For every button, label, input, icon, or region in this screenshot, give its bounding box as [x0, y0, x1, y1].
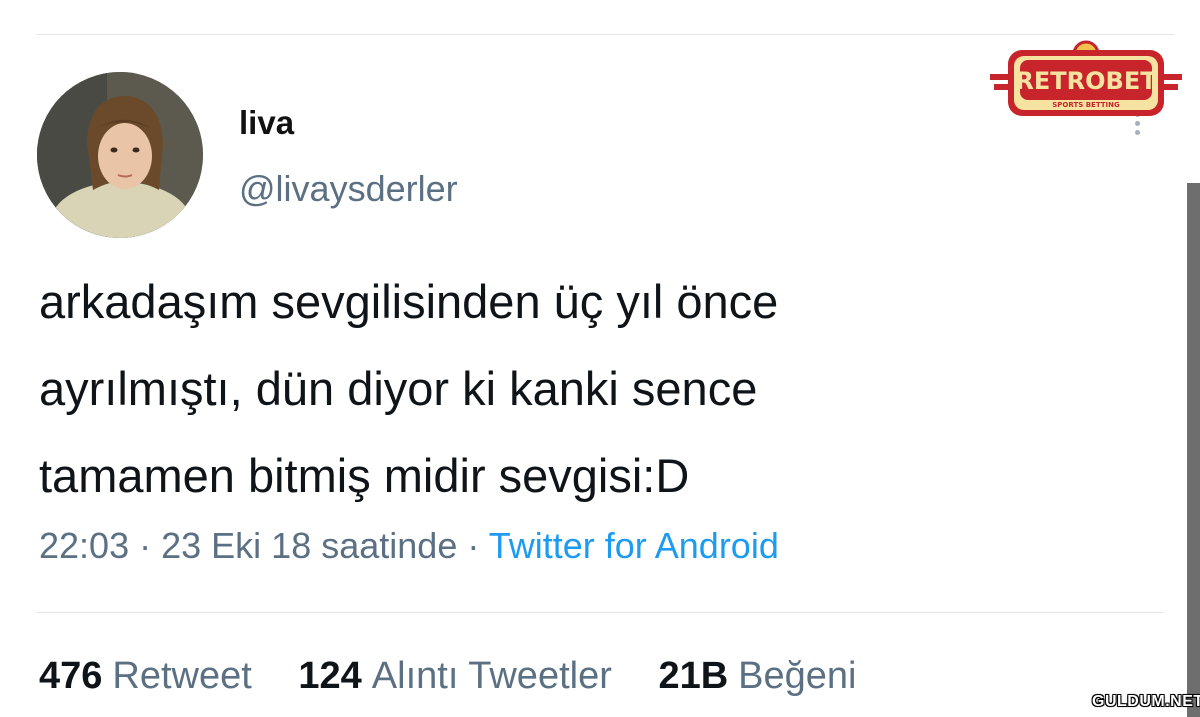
- display-name[interactable]: liva: [239, 104, 294, 142]
- avatar[interactable]: [37, 72, 203, 238]
- retweet-stat[interactable]: 476 Retweet: [39, 655, 252, 698]
- retweet-label: Retweet: [112, 655, 252, 697]
- meta-separator: ·: [467, 525, 480, 566]
- user-handle[interactable]: @livaysderler: [239, 168, 458, 210]
- retweet-count: 476: [39, 655, 103, 697]
- stats-divider: [36, 612, 1164, 613]
- tweet-meta: 22:03 · 23 Eki 18 saatinde · Twitter for…: [39, 525, 779, 567]
- like-stat[interactable]: 21B Beğeni: [658, 655, 856, 698]
- retrobet-logo: RETROBET SPORTS BETTING: [990, 40, 1182, 125]
- top-divider: [36, 34, 1174, 35]
- like-label: Beğeni: [738, 655, 857, 697]
- meta-separator: ·: [139, 525, 152, 566]
- quote-tweet-count: 124: [298, 655, 362, 697]
- engagement-stats: 476 Retweet 124 Alıntı Tweetler 21B Beğeni: [39, 655, 892, 698]
- tweet-time[interactable]: 22:03: [39, 525, 129, 566]
- site-watermark: GULDUM.NET: [1092, 693, 1200, 710]
- logo-subtext: SPORTS BETTING: [1052, 101, 1120, 109]
- tweet-source-link[interactable]: Twitter for Android: [489, 525, 779, 566]
- tweet-date[interactable]: 23 Eki 18 saatinde: [161, 525, 457, 566]
- scrollbar[interactable]: [1187, 183, 1200, 717]
- like-count: 21B: [658, 655, 729, 697]
- logo-text: RETROBET: [1015, 67, 1157, 95]
- tweet-text: arkadaşım sevgilisinden üç yıl önce ayrı…: [39, 275, 779, 502]
- quote-tweet-label: Alıntı Tweetler: [371, 655, 612, 697]
- quote-tweet-stat[interactable]: 124 Alıntı Tweetler: [298, 655, 612, 698]
